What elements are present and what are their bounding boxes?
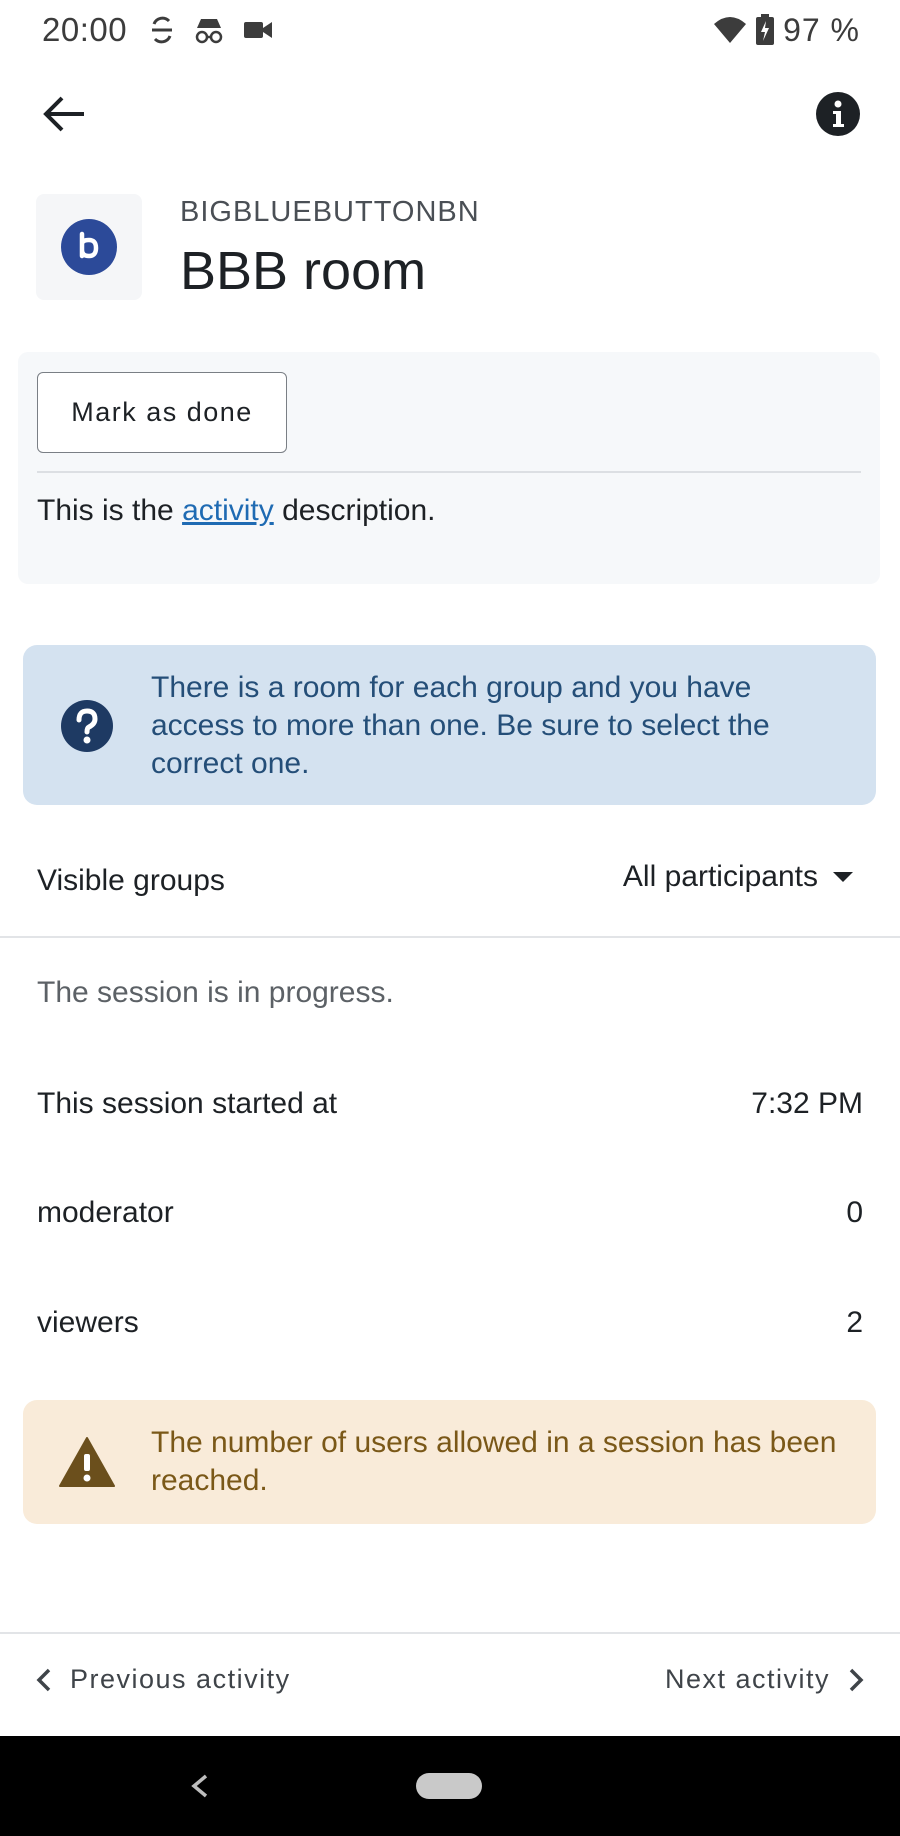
mark-as-done-button[interactable]: Mark as done xyxy=(37,372,287,453)
moderator-count: 0 xyxy=(846,1196,863,1229)
system-back-icon[interactable] xyxy=(186,1770,212,1802)
incognito-icon xyxy=(195,19,223,44)
activity-navigation: Previous activity Next activity xyxy=(0,1632,900,1736)
viewers-count: 2 xyxy=(846,1306,863,1339)
session-started-label: This session started at xyxy=(37,1087,338,1120)
status-time: 20:00 xyxy=(42,11,128,48)
activity-card: Mark as done This is the activity descri… xyxy=(18,352,880,584)
previous-activity-label: Previous activity xyxy=(70,1664,291,1694)
visible-groups-label: Visible groups xyxy=(37,864,225,897)
back-button[interactable] xyxy=(36,90,92,138)
group-select[interactable]: All participants xyxy=(623,860,854,894)
battery-charging-icon xyxy=(756,14,775,45)
module-header: BIGBLUEBUTTONBN BBB room xyxy=(36,194,866,304)
chevron-right-icon xyxy=(849,1668,864,1691)
module-icon-box xyxy=(36,194,142,300)
visible-groups-row: Visible groups All participants xyxy=(0,842,900,938)
user-limit-warning-text: The number of users allowed in a session… xyxy=(151,1426,837,1497)
info-button[interactable] xyxy=(812,88,864,140)
group-info-notice: There is a room for each group and you h… xyxy=(23,645,876,805)
info-circle-icon xyxy=(816,92,860,136)
system-navigation-bar xyxy=(0,1736,900,1836)
next-activity-label: Next activity xyxy=(664,1664,830,1694)
session-started-row: This session started at 7:32 PM xyxy=(37,1087,863,1131)
status-bar: 20:00 97 % xyxy=(0,0,900,60)
arrow-left-icon xyxy=(43,96,84,132)
caret-down-icon xyxy=(833,872,853,882)
activity-description: This is the activity description. xyxy=(37,494,436,528)
video-camera-icon xyxy=(244,22,273,38)
group-select-value: All participants xyxy=(622,860,818,893)
user-limit-warning: The number of users allowed in a session… xyxy=(23,1400,876,1524)
status-left-icons xyxy=(149,15,273,45)
wifi-icon xyxy=(714,17,747,43)
viewers-label: viewers xyxy=(37,1306,139,1339)
group-info-text: There is a room for each group and you h… xyxy=(151,671,770,780)
next-activity-button[interactable]: Next activity xyxy=(665,1664,864,1695)
status-right: 97 % xyxy=(713,12,860,49)
sync-disabled-icon xyxy=(152,16,173,44)
battery-percent: 97 % xyxy=(783,11,860,48)
viewers-row: viewers 2 xyxy=(37,1306,863,1350)
app-bar xyxy=(0,70,900,154)
card-divider xyxy=(37,471,861,473)
page-title: BBB room xyxy=(180,241,427,301)
moderator-label: moderator xyxy=(37,1196,174,1229)
bigbluebutton-logo-icon xyxy=(61,219,117,275)
chevron-left-icon xyxy=(36,1668,51,1691)
description-text-after: description. xyxy=(273,494,436,527)
question-circle-icon xyxy=(61,700,113,752)
system-home-pill[interactable] xyxy=(416,1773,482,1799)
activity-link[interactable]: activity xyxy=(182,494,274,527)
module-type-label: BIGBLUEBUTTONBN xyxy=(180,196,480,228)
warning-triangle-icon xyxy=(59,1437,115,1487)
session-status: The session is in progress. xyxy=(37,976,394,1009)
previous-activity-button[interactable]: Previous activity xyxy=(36,1664,291,1695)
moderator-row: moderator 0 xyxy=(37,1196,863,1240)
description-text-before: This is the xyxy=(37,494,183,527)
session-started-value: 7:32 PM xyxy=(751,1087,863,1120)
